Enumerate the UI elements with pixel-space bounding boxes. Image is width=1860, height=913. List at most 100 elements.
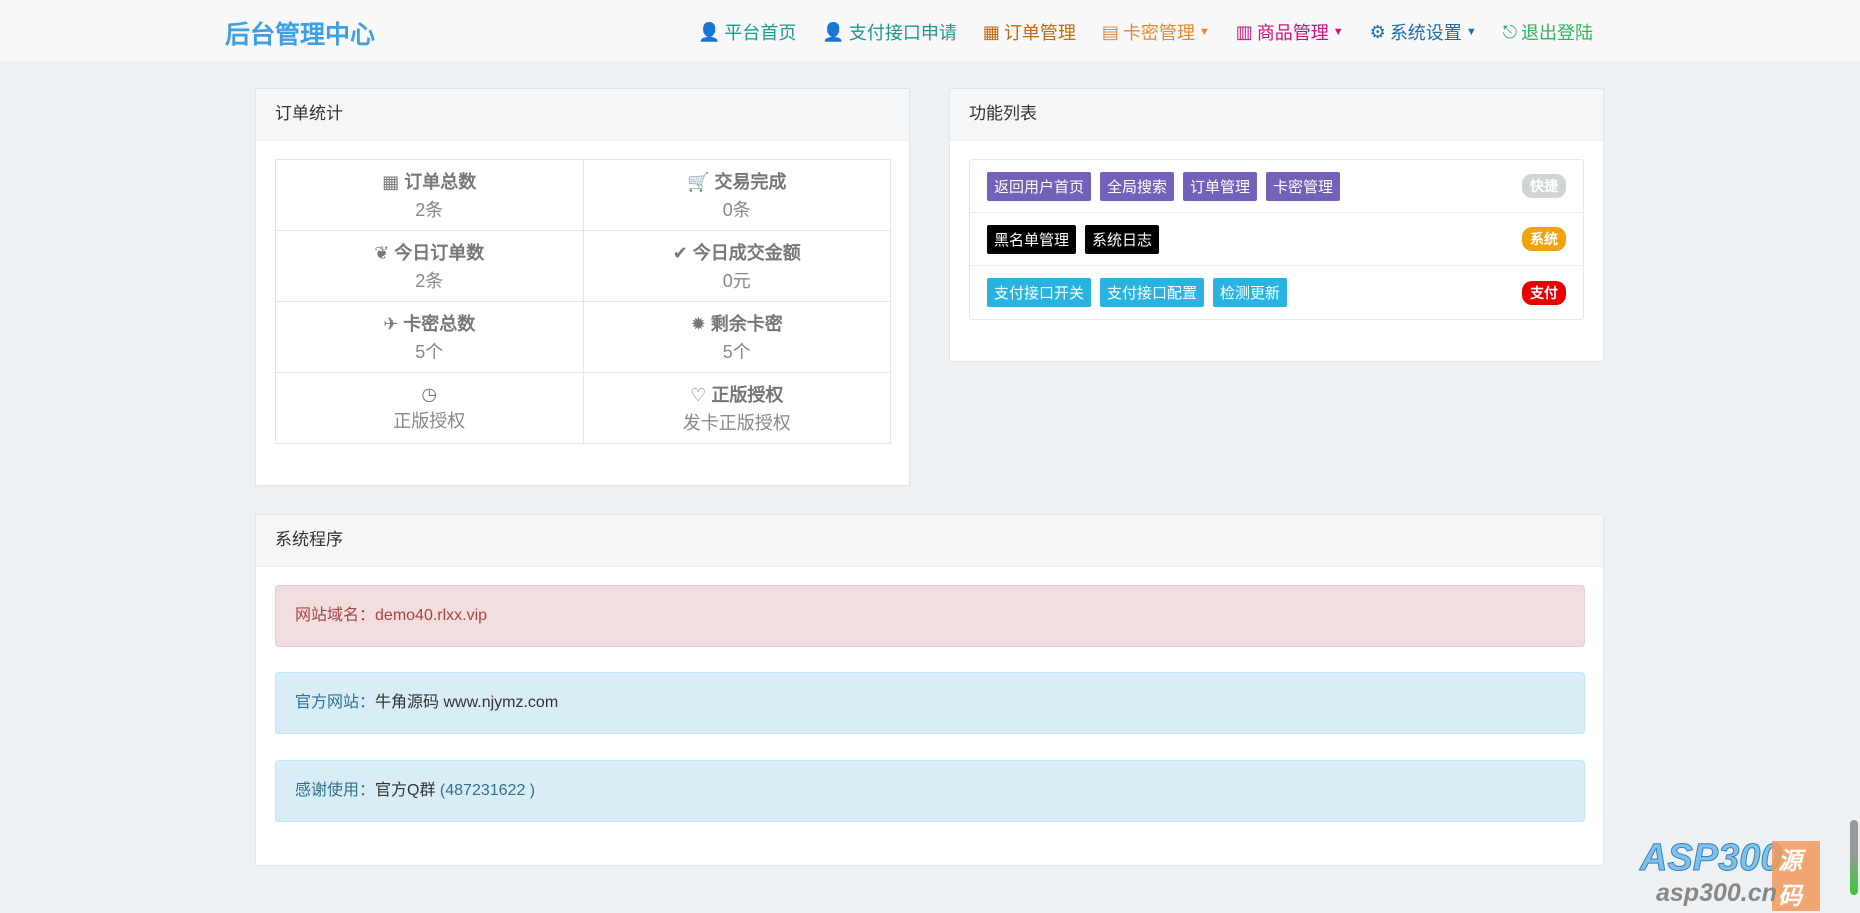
certificate-icon: ✹ (690, 314, 706, 334)
nav-item-5[interactable]: ⚙ 系统设置 ▼ (1370, 19, 1477, 45)
stat-cell: ✔ 今日成交金额 0元 (582, 230, 891, 302)
function-button[interactable]: 全局搜索 (1100, 171, 1175, 201)
category-badge: 系统 (1522, 227, 1566, 251)
leaf-icon: ❦ (374, 243, 390, 263)
nav-menu: 👤 平台首页 👤 支付接口申请 ▦ 订单管理 ▤ 卡密管理 ▼ ▥ 商品管理 ▼ ⚙ 系统设置 ▼ ⎋ 退出登陆 (698, 19, 1593, 45)
domain-alert: 网站域名：demo40.rlxx.vip (275, 585, 1585, 647)
check-icon: ✔ (672, 243, 688, 263)
stat-value: 5个 (722, 342, 751, 362)
function-button[interactable]: 订单管理 (1183, 171, 1258, 201)
nav-label: 退出登陆 (1520, 23, 1593, 43)
stats-row: ❦ 今日订单数 2条 ✔ 今日成交金额 0元 (275, 230, 891, 302)
stats-row: ▦ 订单总数 2条 🛒 交易完成 0条 (275, 159, 891, 231)
thanks-label: 感谢使用： (295, 782, 376, 799)
function-button[interactable]: 支付接口配置 (1100, 278, 1205, 307)
function-row: 支付接口开关 支付接口配置 检测更新 支付 (970, 266, 1583, 319)
stat-label: 正版授权 (711, 385, 784, 405)
stats-row: ◷ 正版授权 ♡ 正版授权 发卡正版授权 (275, 372, 891, 444)
function-button[interactable]: 系统日志 (1085, 224, 1160, 254)
brand-title[interactable]: 后台管理中心 (225, 15, 375, 51)
user-icon: 👤 (698, 21, 721, 42)
nav-item-0[interactable]: 👤 平台首页 (698, 19, 796, 45)
function-list-panel: 功能列表 返回用户首页 全局搜索 订单管理 卡密管理 快捷黑名单管理 系统日志 系统支付接口… (949, 88, 1604, 362)
stat-label: 今日成交金额 (692, 243, 801, 263)
nav-label: 平台首页 (724, 23, 797, 43)
site-alert: 官方网站：牛角源码 www.njymz.com (275, 672, 1585, 734)
watermark-url: asp300.cn (1656, 879, 1777, 907)
stat-value: 2条 (415, 200, 444, 220)
qq-group-number[interactable]: (487231622 ) (440, 782, 535, 799)
stat-label: 剩余卡密 (710, 314, 783, 334)
stat-cell: ♡ 正版授权发卡正版授权 (582, 372, 891, 444)
system-panel: 系统程序 网站域名：demo40.rlxx.vip 官方网站：牛角源码 www.… (255, 514, 1604, 866)
category-badge: 支付 (1522, 280, 1566, 305)
function-button[interactable]: 检测更新 (1213, 278, 1288, 307)
heart-icon: ♡ (690, 385, 707, 405)
caret-down-icon: ▼ (1465, 26, 1477, 38)
nav-label: 支付接口申请 (848, 23, 957, 43)
panel-title: 系统程序 (256, 515, 1603, 567)
sign-out-icon: ⎋ (1502, 21, 1517, 42)
nav-item-6[interactable]: ⎋ 退出登陆 (1503, 19, 1593, 45)
stat-label: 今日订单数 (394, 243, 485, 263)
list-alt-icon: ▥ (1235, 21, 1253, 42)
site-value[interactable]: 牛角源码 www.njymz.com (375, 694, 558, 711)
function-button[interactable]: 卡密管理 (1266, 171, 1341, 201)
function-button[interactable]: 黑名单管理 (987, 224, 1077, 254)
function-list: 返回用户首页 全局搜索 订单管理 卡密管理 快捷黑名单管理 系统日志 系统支付接口开关 支付接… (969, 159, 1584, 320)
stat-value: 5个 (415, 342, 444, 362)
nav-label: 商品管理 (1256, 23, 1329, 43)
domain-label: 网站域名： (295, 607, 376, 624)
stat-value: 0元 (722, 271, 751, 291)
list-icon: ▤ (1101, 21, 1119, 42)
nav-item-2[interactable]: ▦ 订单管理 (983, 19, 1076, 45)
th-icon: ▦ (382, 172, 400, 192)
nav-item-4[interactable]: ▥ 商品管理 ▼ (1236, 19, 1344, 45)
gear-icon: ⚙ (1369, 21, 1386, 42)
nav-label: 订单管理 (1003, 23, 1076, 43)
qq-group-label: 官方Q群 (375, 782, 436, 799)
stat-value: 发卡正版授权 (682, 413, 791, 433)
scrollbar[interactable] (1850, 820, 1858, 895)
stat-cell: ❦ 今日订单数 2条 (275, 230, 584, 302)
nav-item-3[interactable]: ▤ 卡密管理 ▼ (1102, 19, 1210, 45)
plane-icon: ✈ (383, 314, 399, 334)
panel-title: 功能列表 (950, 89, 1603, 141)
function-row: 黑名单管理 系统日志 系统 (970, 213, 1583, 266)
stats-table: ▦ 订单总数 2条 🛒 交易完成 0条 ❦ 今日订单数 2条 ✔ 今日成交金额 0元 ✈ 卡密总… (275, 159, 891, 444)
stat-cell: ▦ 订单总数 2条 (275, 159, 584, 231)
stat-value: 2条 (415, 271, 444, 291)
function-button[interactable]: 支付接口开关 (987, 278, 1092, 307)
caret-down-icon: ▼ (1198, 26, 1210, 38)
dashboard-icon: ◷ (421, 383, 438, 404)
function-row: 返回用户首页 全局搜索 订单管理 卡密管理 快捷 (970, 160, 1583, 213)
panel-title: 订单统计 (256, 89, 909, 141)
cart-icon: 🛒 (687, 172, 710, 192)
stats-row: ✈ 卡密总数 5个 ✹ 剩余卡密 5个 (275, 301, 891, 373)
user-icon: 👤 (822, 21, 845, 42)
stat-value: 0条 (722, 200, 751, 220)
stat-cell: ✹ 剩余卡密 5个 (582, 301, 891, 373)
site-label: 官方网站： (295, 694, 376, 711)
caret-down-icon: ▼ (1332, 26, 1344, 38)
thanks-alert: 感谢使用：官方Q群 (487231622 ) (275, 760, 1585, 822)
calendar-icon: ▦ (982, 21, 1000, 42)
nav-label: 卡密管理 (1122, 23, 1195, 43)
category-badge: 快捷 (1522, 174, 1566, 198)
order-stats-panel: 订单统计 ▦ 订单总数 2条 🛒 交易完成 0条 ❦ 今日订单数 2条 ✔ 今日成交金额 0元… (255, 88, 910, 486)
watermark-tag: 源码 (1772, 841, 1820, 911)
stat-cell: 🛒 交易完成 0条 (582, 159, 891, 231)
stat-value: 正版授权 (393, 410, 466, 431)
stat-label: 交易完成 (714, 172, 787, 192)
navbar: 后台管理中心 👤 平台首页 👤 支付接口申请 ▦ 订单管理 ▤ 卡密管理 ▼ ▥ 商品管理 ▼ ⚙ 系统设… (0, 0, 1860, 62)
nav-item-1[interactable]: 👤 支付接口申请 (822, 19, 956, 45)
stat-label: 卡密总数 (403, 314, 476, 334)
nav-label: 系统设置 (1389, 23, 1462, 43)
stat-label: 订单总数 (404, 172, 477, 192)
function-button[interactable]: 返回用户首页 (987, 171, 1092, 201)
stat-cell: ✈ 卡密总数 5个 (275, 301, 584, 373)
watermark-logo: ASP300 源码 asp300.cn (1630, 817, 1820, 911)
watermark-text: ASP300 (1640, 837, 1783, 880)
domain-value: demo40.rlxx.vip (375, 607, 488, 624)
stat-cell: ◷ 正版授权 (275, 372, 584, 444)
